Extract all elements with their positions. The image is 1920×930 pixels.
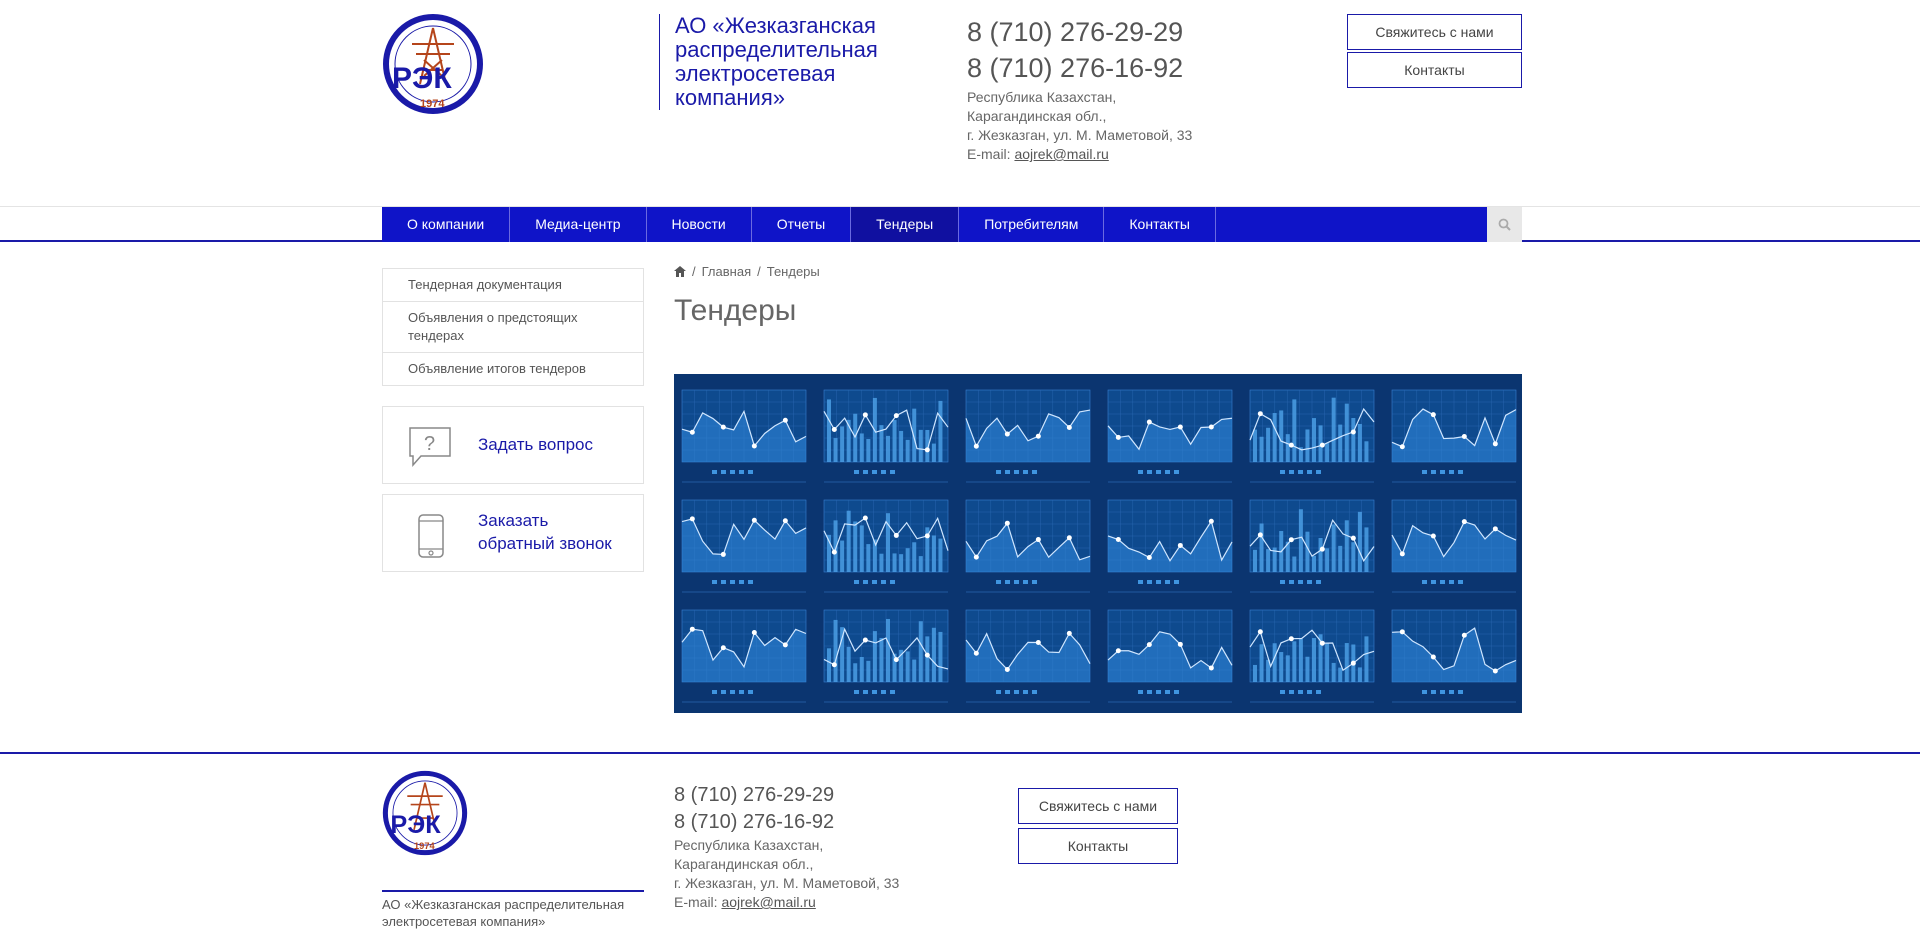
- svg-text:?: ?: [424, 433, 435, 455]
- hero-mini-chart: [823, 609, 949, 703]
- nav-item-reports[interactable]: Отчеты: [752, 207, 852, 242]
- footer-logo[interactable]: РЭК 1974: [382, 770, 468, 856]
- page-title: Тендеры: [674, 294, 797, 327]
- search-button[interactable]: [1487, 207, 1522, 242]
- contacts-button[interactable]: Контакты: [1347, 52, 1522, 88]
- address-line-1: Республика Казахстан,: [967, 89, 1117, 105]
- phone-2[interactable]: 8 (710) 276-16-92: [967, 50, 1192, 86]
- tenders-hero-image: [674, 374, 1522, 713]
- header-buttons: Свяжитесь с нами Контакты: [1347, 14, 1522, 90]
- address-line-2: Карагандинская обл.,: [967, 108, 1107, 124]
- site-header: РЭК 1974 АО «Жезказганская распределител…: [382, 0, 1522, 206]
- breadcrumb-separator: /: [757, 263, 761, 279]
- hero-mini-chart: [823, 389, 949, 483]
- home-icon[interactable]: [674, 265, 686, 277]
- breadcrumb: / Главная / Тендеры: [674, 262, 1522, 280]
- svg-text:РЭК: РЭК: [390, 811, 441, 839]
- callback-label-line1: Заказать: [478, 511, 549, 530]
- svg-text:1974: 1974: [420, 98, 445, 110]
- hero-mini-chart: [1107, 389, 1233, 483]
- nav-bar: О компании Медиа-центр Новости Отчеты Те…: [382, 207, 1487, 242]
- footer-address-line-2: Карагандинская обл.,: [674, 856, 814, 872]
- nav-item-tenders[interactable]: Тендеры: [851, 207, 960, 242]
- hero-mini-chart: [681, 389, 807, 483]
- footer-phone-1[interactable]: 8 (710) 276-29-29: [674, 782, 899, 809]
- hero-mini-chart: [965, 499, 1091, 593]
- sidebar-item-upcoming-tenders[interactable]: Объявления о предстоящих тендерах: [383, 302, 643, 353]
- ask-question-widget[interactable]: ? Задать вопрос: [382, 406, 644, 484]
- footer-email-label: E-mail:: [674, 894, 718, 910]
- hero-mini-chart: [1391, 389, 1517, 483]
- svg-text:1974: 1974: [414, 841, 435, 851]
- company-name: АО «Жезказганская распределительная элек…: [659, 14, 895, 110]
- sidebar-menu: Тендерная документация Объявления о пред…: [382, 268, 644, 386]
- footer-phone-2[interactable]: 8 (710) 276-16-92: [674, 809, 899, 836]
- company-logo[interactable]: РЭК 1974: [382, 14, 484, 114]
- footer-email-link[interactable]: aojrek@mail.ru: [721, 894, 815, 910]
- nav-item-contacts[interactable]: Контакты: [1104, 207, 1216, 242]
- email-label: E-mail:: [967, 146, 1011, 162]
- hero-mini-chart: [681, 499, 807, 593]
- main-nav: О компании Медиа-центр Новости Отчеты Те…: [382, 207, 1522, 242]
- hero-mini-chart: [1249, 389, 1375, 483]
- nav-item-news[interactable]: Новости: [647, 207, 752, 242]
- nav-item-media[interactable]: Медиа-центр: [510, 207, 647, 242]
- address-line-3: г. Жезказган, ул. М. Маметовой, 33: [967, 127, 1193, 143]
- breadcrumb-home-link[interactable]: Главная: [702, 264, 751, 279]
- footer-contact-us-button[interactable]: Свяжитесь с нами: [1018, 788, 1178, 824]
- breadcrumb-current: Тендеры: [766, 263, 820, 279]
- footer-contacts: 8 (710) 276-29-29 8 (710) 276-16-92 Респ…: [674, 782, 899, 912]
- sidebar-item-tender-docs[interactable]: Тендерная документация: [383, 269, 643, 302]
- sidebar-item-tender-results[interactable]: Объявление итогов тендеров: [383, 353, 643, 385]
- sidebar: Тендерная документация Объявления о пред…: [382, 268, 644, 572]
- email-link[interactable]: aojrek@mail.ru: [1014, 146, 1108, 162]
- callback-label: Заказать обратный звонок: [478, 509, 612, 555]
- hero-mini-chart: [1107, 499, 1233, 593]
- footer-email-row: E-mail: aojrek@mail.ru: [674, 893, 899, 912]
- nav-item-about[interactable]: О компании: [382, 207, 511, 242]
- hero-mini-chart: [1391, 499, 1517, 593]
- footer-divider: [0, 752, 1920, 754]
- hero-mini-chart: [823, 499, 949, 593]
- search-icon: [1498, 218, 1511, 231]
- footer-address-line-1: Республика Казахстан,: [674, 837, 824, 853]
- footer-address-line-3: г. Жезказган, ул. М. Маметовой, 33: [674, 875, 900, 891]
- footer-buttons: Свяжитесь с нами Контакты: [1018, 788, 1178, 868]
- footer-company-name: АО «Жезказганская распределительная элек…: [382, 890, 644, 930]
- callback-label-line2: обратный звонок: [478, 534, 612, 553]
- hero-mini-chart: [1249, 609, 1375, 703]
- contact-us-button[interactable]: Свяжитесь с нами: [1347, 14, 1522, 50]
- hero-mini-chart: [965, 389, 1091, 483]
- main-content: / Главная / Тендеры Тендеры: [674, 262, 1522, 713]
- nav-item-consumers[interactable]: Потребителям: [959, 207, 1105, 242]
- hero-mini-chart: [1107, 609, 1233, 703]
- hero-mini-chart: [1391, 609, 1517, 703]
- hero-mini-chart: [681, 609, 807, 703]
- callback-widget[interactable]: Заказать обратный звонок: [382, 494, 644, 572]
- phone-icon: [418, 514, 444, 558]
- header-contacts: 8 (710) 276-29-29 8 (710) 276-16-92 Респ…: [967, 14, 1192, 164]
- hero-mini-chart: [965, 609, 1091, 703]
- hero-mini-chart: [1249, 499, 1375, 593]
- ask-question-label: Задать вопрос: [478, 435, 593, 454]
- phone-1[interactable]: 8 (710) 276-29-29: [967, 14, 1192, 50]
- svg-text:РЭК: РЭК: [392, 62, 452, 95]
- footer-contacts-button[interactable]: Контакты: [1018, 828, 1178, 864]
- breadcrumb-separator: /: [692, 263, 696, 279]
- email-row: E-mail: aojrek@mail.ru: [967, 145, 1192, 164]
- question-bubble-icon: ?: [409, 427, 451, 467]
